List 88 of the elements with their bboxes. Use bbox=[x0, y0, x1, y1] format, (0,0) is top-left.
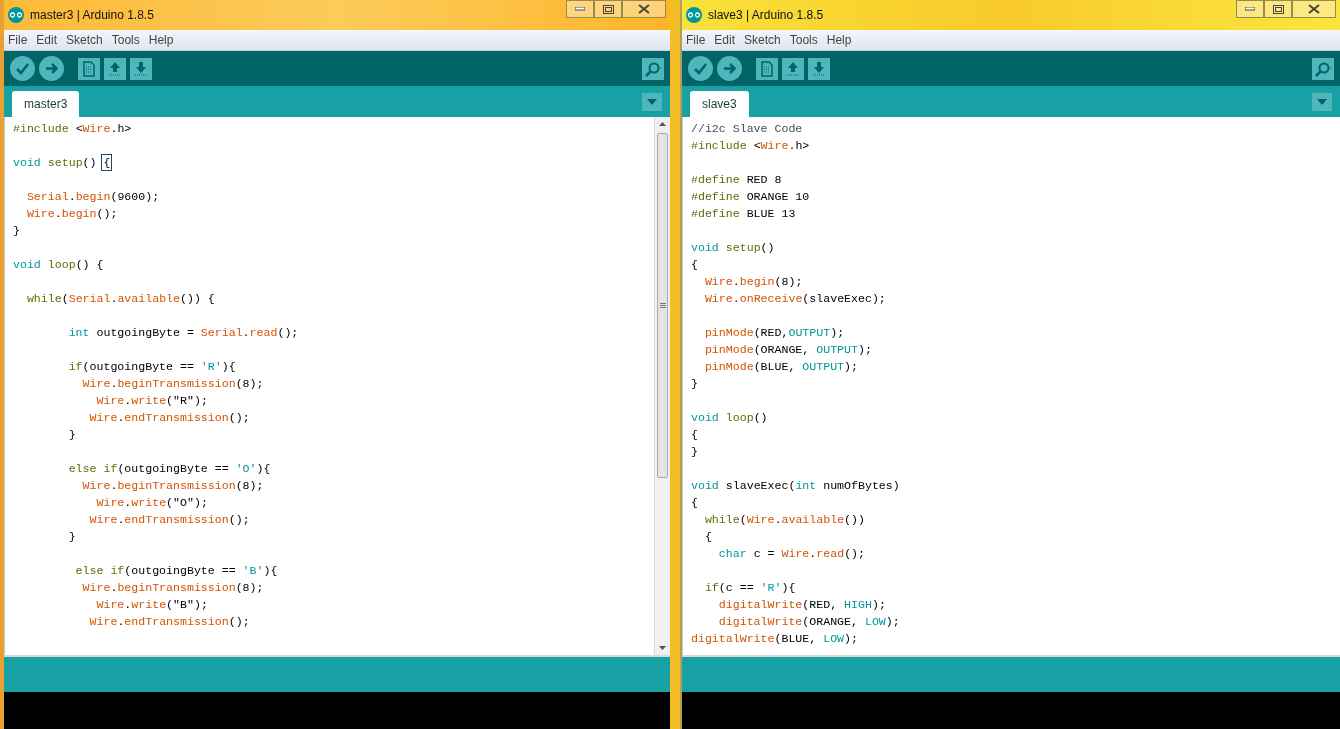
code-line: Serial.begin(9600); bbox=[25, 189, 161, 205]
magnifier-icon[interactable] bbox=[1312, 57, 1334, 80]
code-line: Wire.onReceive(slaveExec); bbox=[703, 291, 887, 307]
code-line: pinMode(ORANGE, OUTPUT); bbox=[703, 342, 873, 358]
close-icon bbox=[1308, 4, 1320, 14]
code-line: void loop() bbox=[691, 410, 769, 426]
sketch-tab[interactable]: slave3 bbox=[690, 91, 749, 117]
code-line: Wire.begin(8); bbox=[703, 274, 804, 290]
menu-item[interactable]: Tools bbox=[789, 33, 818, 47]
scroll-down-icon[interactable] bbox=[659, 646, 666, 650]
code-line: pinMode(RED,OUTPUT); bbox=[703, 325, 846, 341]
code-line: Wire.write("O"); bbox=[95, 495, 209, 511]
maximize-button[interactable] bbox=[594, 0, 622, 18]
code-line: Wire.endTransmission(); bbox=[88, 410, 251, 426]
vertical-scrollbar[interactable] bbox=[654, 117, 670, 655]
checkmark-icon[interactable] bbox=[10, 56, 35, 81]
code-line: Wire.endTransmission(); bbox=[88, 614, 251, 630]
code-line: while(Serial.available()) { bbox=[25, 291, 216, 307]
code-line: #define BLUE 13 bbox=[691, 206, 797, 222]
code-line: else if(outgoingByte == 'B'){ bbox=[74, 563, 279, 579]
code-editor[interactable] bbox=[682, 117, 1340, 655]
code-line: void setup() { bbox=[13, 155, 112, 171]
minimize-icon bbox=[575, 7, 585, 11]
menu-item[interactable]: Help bbox=[826, 33, 852, 47]
maximize-button[interactable] bbox=[1264, 0, 1292, 18]
code-line: Wire.endTransmission(); bbox=[88, 512, 251, 528]
code-line: void setup() bbox=[691, 240, 776, 256]
code-line: { bbox=[703, 529, 713, 545]
code-line: } bbox=[13, 223, 21, 239]
code-line: if(outgoingByte == 'R'){ bbox=[67, 359, 237, 375]
code-line: { bbox=[691, 427, 699, 443]
infinity-logo-icon bbox=[8, 7, 24, 23]
code-line: Wire.beginTransmission(8); bbox=[81, 478, 265, 494]
code-line: #include <Wire.h> bbox=[691, 138, 811, 154]
code-line: Wire.beginTransmission(8); bbox=[81, 376, 265, 392]
code-line: pinMode(BLUE, OUTPUT); bbox=[703, 359, 859, 375]
code-line: { bbox=[691, 495, 699, 511]
code-line: } bbox=[691, 444, 699, 460]
code-line: digitalWrite(BLUE, LOW); bbox=[691, 631, 859, 647]
menu-item[interactable]: Help bbox=[148, 33, 174, 47]
menu-item[interactable]: Edit bbox=[714, 33, 736, 47]
code-line: int outgoingByte = Serial.read(); bbox=[67, 325, 300, 341]
grip-icon bbox=[659, 303, 666, 308]
code-line: #include <Wire.h> bbox=[13, 121, 133, 137]
code-line: if(c == 'R'){ bbox=[703, 580, 797, 596]
document-icon[interactable] bbox=[756, 57, 778, 80]
window-title: master3 | Arduino 1.8.5 bbox=[30, 8, 155, 22]
menu-item[interactable]: File bbox=[686, 33, 706, 47]
maximize-icon bbox=[602, 4, 614, 14]
code-line: #define ORANGE 10 bbox=[691, 189, 811, 205]
menu-item[interactable]: Sketch bbox=[744, 33, 781, 47]
code-line: void slaveExec(int numOfBytes) bbox=[691, 478, 901, 494]
close-button[interactable] bbox=[622, 0, 666, 18]
code-line: Wire.write("R"); bbox=[95, 393, 209, 409]
minimize-icon bbox=[1245, 7, 1255, 11]
tab-menu-button[interactable] bbox=[642, 92, 662, 111]
code-line: Wire.write("B"); bbox=[95, 597, 209, 613]
document-icon[interactable] bbox=[78, 57, 100, 80]
code-line: digitalWrite(RED, HIGH); bbox=[717, 597, 887, 613]
tab-menu-button[interactable] bbox=[1312, 92, 1332, 111]
code-line: } bbox=[67, 427, 77, 443]
menu-item[interactable]: Tools bbox=[111, 33, 140, 47]
close-button[interactable] bbox=[1292, 0, 1336, 18]
code-line: digitalWrite(ORANGE, LOW); bbox=[717, 614, 901, 630]
code-line: char c = Wire.read(); bbox=[717, 546, 866, 562]
code-line: { bbox=[691, 257, 699, 273]
code-line: //i2c Slave Code bbox=[691, 121, 804, 137]
caret-icon bbox=[1317, 98, 1327, 105]
code-line: } bbox=[691, 376, 699, 392]
menu-item[interactable]: Edit bbox=[36, 33, 58, 47]
maximize-icon bbox=[1272, 4, 1284, 14]
code-line: Wire.beginTransmission(8); bbox=[81, 580, 265, 596]
code-line: while(Wire.available()) bbox=[703, 512, 866, 528]
close-icon bbox=[638, 4, 650, 14]
checkmark-icon[interactable] bbox=[688, 56, 713, 81]
window-title: slave3 | Arduino 1.8.5 bbox=[708, 8, 825, 22]
menu-item[interactable]: Sketch bbox=[66, 33, 103, 47]
scroll-up-icon[interactable] bbox=[659, 122, 666, 126]
code-line: Wire.begin(); bbox=[25, 206, 119, 222]
code-line: else if(outgoingByte == 'O'){ bbox=[67, 461, 272, 477]
code-line: #define RED 8 bbox=[691, 172, 783, 188]
menu-item[interactable]: File bbox=[8, 33, 28, 47]
magnifier-icon[interactable] bbox=[642, 57, 664, 80]
sketch-tab[interactable]: master3 bbox=[12, 91, 80, 117]
code-line: } bbox=[67, 529, 77, 545]
infinity-logo-icon bbox=[686, 7, 702, 23]
code-line: void loop() { bbox=[13, 257, 105, 273]
caret-icon bbox=[647, 98, 657, 105]
